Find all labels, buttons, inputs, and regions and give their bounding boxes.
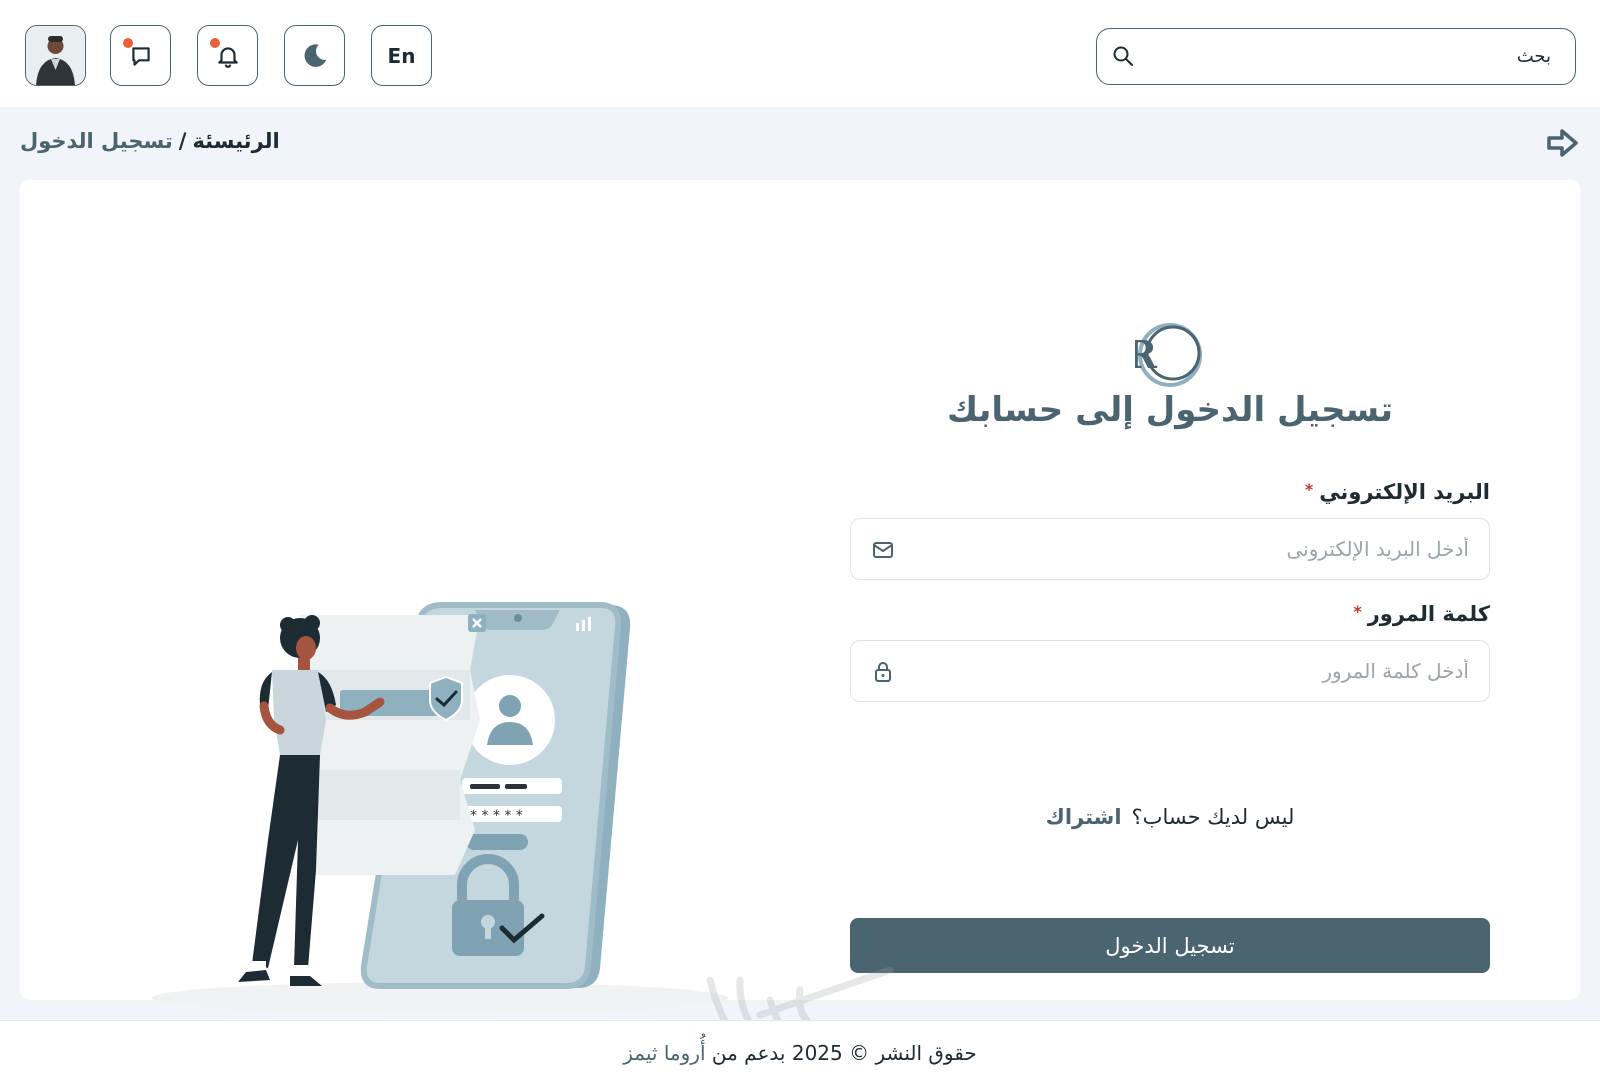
theme-toggle-button[interactable] [284,25,345,86]
lock-icon [875,662,891,682]
required-mark: * [1353,602,1362,621]
svg-text:R: R [1135,332,1157,377]
login-button[interactable]: تسجيل الدخول [850,918,1490,973]
avatar[interactable] [25,25,86,86]
breadcrumb-bar: الرئيسئة/تسجيل الدخول [20,125,1580,165]
back-arrow-icon[interactable] [1546,127,1580,159]
moon-icon [304,43,326,67]
search-icon[interactable] [1111,44,1135,68]
breadcrumb-current: تسجيل الدخول [20,129,173,153]
password-input[interactable] [919,641,1489,701]
copyright-text: حقوق النشر © 2025 بدعم من [711,1041,977,1065]
avatar-image [26,26,85,85]
no-account-text: ليس لديك حساب؟ [1131,805,1295,829]
login-title: تسجيل الدخول إلى حسابك [946,390,1394,430]
password-label-text: كلمة المرور [1367,602,1490,626]
notifications-button[interactable] [197,25,258,86]
login-illustration: * * * * * [152,602,728,1014]
search-input[interactable] [1145,29,1565,84]
breadcrumb-separator: / [178,129,187,153]
email-input[interactable] [919,519,1489,579]
language-button[interactable]: En [371,25,432,86]
signup-link[interactable]: اشتراك [1046,805,1122,829]
login-form: R تسجيل الدخول إلى حسابك البريد الإلكترو… [850,320,1490,973]
breadcrumb-home[interactable]: الرئيسئة [192,129,279,153]
password-field[interactable] [850,640,1490,702]
mail-icon [873,542,893,558]
breadcrumb: الرئيسئة/تسجيل الدخول [20,129,280,153]
svg-text:* * * * *: * * * * * [470,808,523,824]
signup-row: ليس لديك حساب؟ اشتراك [850,805,1490,829]
required-mark: * [1304,480,1314,499]
notification-dot [123,38,133,48]
footer-brand-link[interactable]: أُروما ثيمز [623,1041,705,1065]
email-field[interactable] [850,518,1490,580]
messages-button[interactable] [110,25,171,86]
search-box[interactable] [1096,28,1576,85]
login-card: * * * * * R تسجيل الدخول إلى حسابك البري… [20,180,1580,1014]
brand-logo: R [1135,323,1202,387]
notification-dot [210,38,220,48]
password-label: كلمة المرور * [1353,602,1490,626]
footer: حقوق النشر © 2025 بدعم من أُروما ثيمز [0,1020,1600,1091]
email-label-text: البريد الإلكتروني [1319,480,1490,504]
copyright: حقوق النشر © 2025 بدعم من أُروما ثيمز [0,1041,1600,1065]
top-bar: En [0,0,1600,107]
email-label: البريد الإلكتروني * [1305,480,1490,504]
